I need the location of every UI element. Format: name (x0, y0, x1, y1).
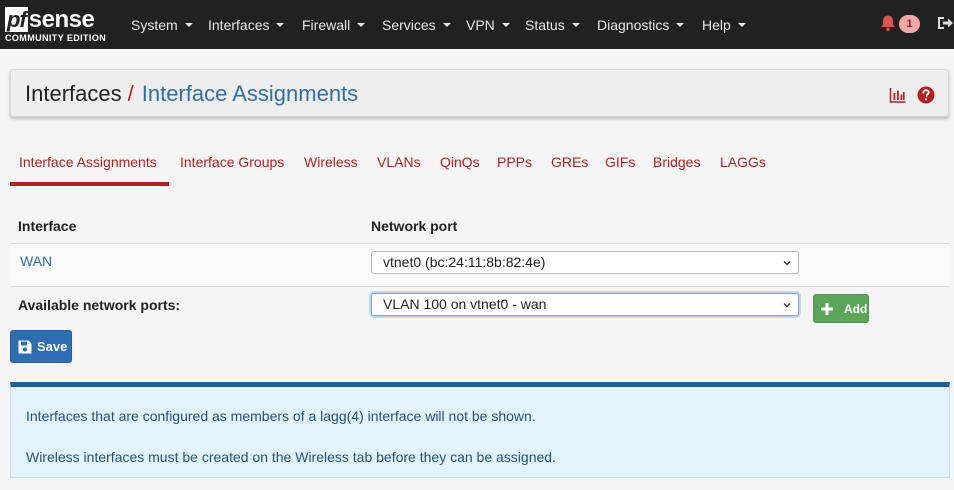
add-button[interactable]: Add (813, 294, 869, 323)
available-ports-select[interactable]: VLAN 100 on vtnet0 - wan (371, 293, 799, 316)
menu-system[interactable]: System (131, 0, 193, 49)
available-ports-label: Available network ports: (18, 297, 181, 313)
top-navbar: pf sense COMMUNITY EDITION System Interfa… (0, 0, 954, 49)
chart-icon[interactable] (889, 86, 907, 104)
caret-down-icon (571, 22, 580, 27)
caret-down-icon (676, 22, 685, 27)
notification-badge[interactable]: 1 (899, 15, 920, 33)
caret-down-icon (276, 22, 285, 27)
help-icon[interactable] (917, 86, 935, 104)
tab-gifs[interactable]: GIFs (605, 140, 635, 184)
chevron-down-icon (783, 303, 791, 308)
caret-down-icon (184, 22, 193, 27)
caret-down-icon (442, 22, 451, 27)
breadcrumb-root[interactable]: Interfaces (25, 81, 122, 106)
menu-services[interactable]: Services (382, 0, 451, 49)
save-button[interactable]: Save (10, 330, 72, 363)
caret-down-icon (737, 22, 746, 27)
logo-pf-text: pf (5, 6, 28, 32)
save-icon (18, 340, 32, 354)
menu-interfaces[interactable]: Interfaces (208, 0, 285, 49)
tab-qinqs[interactable]: QinQs (440, 140, 480, 184)
tab-wireless[interactable]: Wireless (304, 140, 358, 184)
tab-ppps[interactable]: PPPs (497, 140, 532, 184)
column-header-network-port: Network port (371, 218, 458, 234)
page-title[interactable]: Interface Assignments (142, 81, 358, 106)
menu-vpn[interactable]: VPN (466, 0, 510, 49)
edition-label: COMMUNITY EDITION (5, 33, 107, 43)
active-tab-indicator (10, 182, 169, 186)
tab-interface-groups[interactable]: Interface Groups (180, 140, 284, 184)
breadcrumb: Interfaces / Interface Assignments (25, 82, 358, 106)
logout-icon[interactable] (936, 14, 954, 32)
tab-laggs[interactable]: LAGGs (720, 140, 766, 184)
interface-link-wan[interactable]: WAN (20, 253, 52, 269)
page-header-panel: Interfaces / Interface Assignments (10, 69, 949, 117)
network-port-select[interactable]: vtnet0 (bc:24:11:8b:82:4e) (371, 251, 799, 274)
menu-help[interactable]: Help (702, 0, 746, 49)
column-header-interface: Interface (18, 218, 77, 234)
menu-firewall[interactable]: Firewall (302, 0, 366, 49)
info-message-wireless: Wireless interfaces must be created on t… (26, 449, 556, 465)
menu-status[interactable]: Status (525, 0, 580, 49)
breadcrumb-separator: / (127, 81, 134, 106)
bell-icon[interactable] (879, 14, 897, 32)
tab-bar: Interface Assignments Interface Groups W… (10, 140, 950, 188)
caret-down-icon (357, 22, 366, 27)
logo-sense-text: sense (28, 5, 95, 33)
pfsense-logo[interactable]: pf sense COMMUNITY EDITION (5, 6, 111, 46)
chevron-down-icon (783, 261, 791, 266)
caret-down-icon (501, 22, 510, 27)
tab-interface-assignments[interactable]: Interface Assignments (19, 140, 157, 184)
tab-bridges[interactable]: Bridges (653, 140, 700, 184)
tab-gres[interactable]: GREs (551, 140, 588, 184)
menu-diagnostics[interactable]: Diagnostics (597, 0, 685, 49)
tab-vlans[interactable]: VLANs (377, 140, 421, 184)
info-message-lagg: Interfaces that are configured as member… (26, 408, 536, 424)
table-divider (10, 286, 950, 287)
plus-icon (821, 303, 833, 315)
info-panel: Interfaces that are configured as member… (10, 382, 950, 478)
